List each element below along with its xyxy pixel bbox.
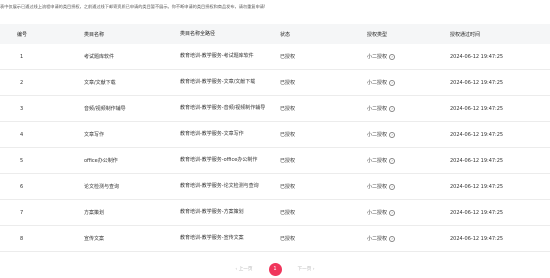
- row-no: 4: [20, 131, 24, 138]
- row-auth-type-label: 小二授权: [367, 54, 388, 60]
- row-auth-time: 2024-06-12 19:47:25: [450, 235, 504, 242]
- row-auth-type: 小二授权?: [367, 79, 450, 86]
- row-category-path: 教育培训-教学服务-音频/视频制作辅导: [180, 105, 266, 111]
- row-category-name: 考试题库软件: [84, 54, 115, 60]
- row-auth-type-label: 小二授权: [367, 80, 388, 86]
- row-auth-type: 小二授权?: [367, 131, 450, 138]
- question-circle-icon[interactable]: ?: [389, 209, 396, 216]
- row-no: 5: [20, 157, 24, 164]
- category-auth-table: 编号 类目名称 类目名称全路径 状态 授权类型 授权通过时间 1 考试题库软件 教育…: [0, 24, 550, 252]
- header-no: 编号: [17, 31, 28, 38]
- row-auth-time: 2024-06-12 19:47:25: [450, 131, 504, 138]
- notice-text: 表中仅展示已通过线上流程申请的类目授权，之前通过线下邮寄资质已申请的类目暂不展示…: [0, 4, 266, 9]
- row-category-path: 教育培训-教学服务-考试题库软件: [180, 53, 254, 59]
- row-category-name: 音频/视频制作辅导: [84, 106, 126, 112]
- question-circle-icon[interactable]: ?: [389, 235, 396, 242]
- row-category-path: 教育培训-教学服务-文章写作: [180, 131, 244, 137]
- row-auth-type: 小二授权?: [367, 183, 450, 190]
- row-category-name: 文章写作: [84, 132, 105, 138]
- row-auth-type-label: 小二授权: [367, 210, 388, 216]
- row-category-path: 教育培训-教学服务-文章/文献下载: [180, 79, 256, 85]
- row-auth-type: 小二授权?: [367, 209, 450, 216]
- pagination: ‹ 上一页 1 下一页 ›: [0, 262, 550, 276]
- table-row: 4 文章写作 教育培训-教学服务-文章写作 已授权 小二授权? 2024-06-12 19…: [0, 122, 550, 148]
- row-auth-type-label: 小二授权: [367, 236, 388, 242]
- row-category-path: 教育培训-教学服务-office办公制作: [180, 157, 258, 163]
- row-auth-type: 小二授权?: [367, 105, 450, 112]
- row-auth-time: 2024-06-12 19:47:25: [450, 79, 504, 86]
- row-category-name: 文章/文献下载: [84, 80, 116, 86]
- next-page-button[interactable]: 下一页 ›: [298, 266, 315, 272]
- header-path: 类目名称全路径: [180, 30, 216, 37]
- row-auth-type-label: 小二授权: [367, 158, 388, 164]
- row-category-path: 教育培训-教学服务-方案策划: [180, 209, 244, 215]
- header-name: 类目名称: [84, 31, 105, 38]
- question-circle-icon[interactable]: ?: [389, 183, 396, 190]
- question-circle-icon[interactable]: ?: [389, 79, 396, 86]
- table-row: 3 音频/视频制作辅导 教育培训-教学服务-音频/视频制作辅导 已授权 小二授权? 202…: [0, 96, 550, 122]
- header-status: 状态: [280, 31, 291, 38]
- row-auth-type: 小二授权?: [367, 235, 450, 242]
- row-status: 已授权: [280, 80, 296, 86]
- table-row: 6 论文检测与查询 教育培训-教学服务-论文检测与查询 已授权 小二授权? 2024-06…: [0, 174, 550, 200]
- row-category-name: 论文检测与查询: [84, 184, 120, 190]
- table-row: 5 office办公制作 教育培训-教学服务-office办公制作 已授权 小二授权? 2…: [0, 148, 550, 174]
- row-auth-type-label: 小二授权: [367, 184, 388, 190]
- row-status: 已授权: [280, 106, 296, 112]
- row-category-name: 方案策划: [84, 210, 105, 216]
- row-category-name: 宣传文案: [84, 236, 105, 242]
- row-auth-time: 2024-06-12 19:47:25: [450, 105, 504, 112]
- current-page-button[interactable]: 1: [268, 262, 282, 276]
- table-row: 8 宣传文案 教育培训-教学服务-宣传文案 已授权 小二授权? 2024-06-12 19…: [0, 226, 550, 252]
- table-row: 1 考试题库软件 教育培训-教学服务-考试题库软件 已授权 小二授权? 2024-06-1…: [0, 44, 550, 70]
- prev-page-button[interactable]: ‹ 上一页: [235, 266, 252, 272]
- row-auth-type: 小二授权?: [367, 53, 450, 60]
- row-no: 1: [20, 53, 24, 60]
- row-category-path: 教育培训-教学服务-论文检测与查询: [180, 183, 259, 189]
- question-circle-icon[interactable]: ?: [389, 131, 396, 138]
- row-no: 3: [20, 105, 24, 112]
- row-no: 7: [20, 209, 24, 216]
- row-status: 已授权: [280, 236, 296, 242]
- row-auth-time: 2024-06-12 19:47:25: [450, 157, 504, 164]
- row-status: 已授权: [280, 54, 296, 60]
- table-header: 编号 类目名称 类目名称全路径 状态 授权类型 授权通过时间: [0, 24, 550, 44]
- row-no: 8: [20, 235, 24, 242]
- row-status: 已授权: [280, 132, 296, 138]
- row-auth-time: 2024-06-12 19:47:25: [450, 183, 504, 190]
- row-category-name: office办公制作: [84, 158, 118, 164]
- question-circle-icon[interactable]: ?: [389, 53, 396, 60]
- row-no: 2: [20, 79, 24, 86]
- header-type: 授权类型: [367, 31, 388, 38]
- row-auth-type-label: 小二授权: [367, 106, 388, 112]
- authorization-page: 表中仅展示已通过线上流程申请的类目授权，之前通过线下邮寄资质已申请的类目暂不展示…: [0, 0, 550, 278]
- table-body: 1 考试题库软件 教育培训-教学服务-考试题库软件 已授权 小二授权? 2024-06-1…: [0, 44, 550, 252]
- row-auth-time: 2024-06-12 19:47:25: [450, 53, 504, 60]
- row-auth-time: 2024-06-12 19:47:25: [450, 209, 504, 216]
- header-time: 授权通过时间: [450, 31, 481, 38]
- row-no: 6: [20, 183, 24, 190]
- question-circle-icon[interactable]: ?: [389, 105, 396, 112]
- row-auth-type: 小二授权?: [367, 157, 450, 164]
- table-row: 2 文章/文献下载 教育培训-教学服务-文章/文献下载 已授权 小二授权? 2024-06…: [0, 70, 550, 96]
- row-auth-type-label: 小二授权: [367, 132, 388, 138]
- row-category-path: 教育培训-教学服务-宣传文案: [180, 235, 244, 241]
- question-circle-icon[interactable]: ?: [389, 157, 396, 164]
- row-status: 已授权: [280, 210, 296, 216]
- row-status: 已授权: [280, 184, 296, 190]
- table-row: 7 方案策划 教育培训-教学服务-方案策划 已授权 小二授权? 2024-06-12 19…: [0, 200, 550, 226]
- row-status: 已授权: [280, 158, 296, 164]
